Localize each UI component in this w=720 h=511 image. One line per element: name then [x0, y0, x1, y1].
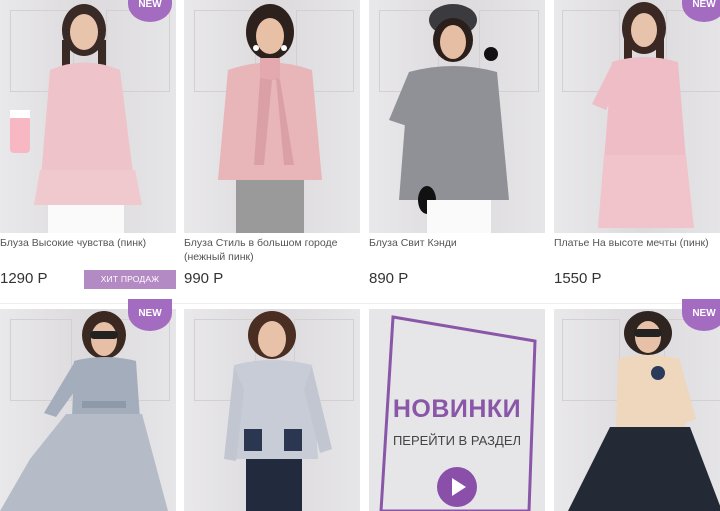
product-card[interactable]: Блуза Стиль в большом городе (нежный пин…: [184, 0, 360, 300]
new-badge: NEW: [682, 0, 720, 22]
new-arrivals-promo[interactable]: НОВИНКИ ПЕРЕЙТИ В РАЗДЕЛ: [369, 309, 545, 511]
hit-badge: ХИТ ПРОДАЖ ТОП-50: [84, 270, 176, 303]
product-name[interactable]: Блуза Высокие чувства (пинк): [0, 236, 176, 250]
product-name[interactable]: Блуза Стиль в большом городе (нежный пин…: [184, 236, 360, 264]
product-name[interactable]: Блуза Свит Кэнди: [369, 236, 545, 250]
product-photo[interactable]: [554, 0, 720, 233]
play-icon[interactable]: [437, 467, 477, 507]
product-card[interactable]: NEW: [554, 299, 720, 511]
new-badge: NEW: [682, 299, 720, 331]
product-card[interactable]: Блуза Свит Кэнди 890 Р: [369, 0, 545, 300]
product-price: 1550 Р: [554, 270, 602, 287]
product-price: 1290 Р: [0, 270, 48, 287]
product-photo[interactable]: [0, 0, 176, 233]
svg-text:NEW: NEW: [138, 308, 162, 319]
new-badge: NEW: [128, 299, 172, 331]
product-photo[interactable]: [554, 309, 720, 511]
promo-link[interactable]: ПЕРЕЙТИ В РАЗДЕЛ: [369, 433, 545, 448]
product-card[interactable]: NEW Блуза Высокие чувства (пинк) 1290 Р …: [0, 0, 176, 303]
product-card[interactable]: [184, 309, 360, 511]
promo-title: НОВИНКИ: [392, 395, 522, 423]
row-divider: [0, 303, 720, 304]
new-badge: NEW: [128, 0, 172, 22]
product-photo[interactable]: [184, 0, 360, 233]
product-photo[interactable]: [0, 309, 176, 511]
product-price: 990 Р: [184, 270, 224, 287]
product-card[interactable]: NEW: [0, 299, 176, 511]
svg-text:NEW: NEW: [138, 0, 162, 10]
svg-text:NEW: NEW: [692, 0, 716, 10]
product-name[interactable]: Платье На высоте мечты (пинк): [554, 236, 720, 250]
product-photo[interactable]: [369, 0, 545, 233]
svg-text:NEW: NEW: [692, 308, 716, 319]
product-price: 890 Р: [369, 270, 409, 287]
product-card[interactable]: NEW Платье На высоте мечты (пинк) 1550 Р: [554, 0, 720, 300]
product-photo[interactable]: [184, 309, 360, 511]
